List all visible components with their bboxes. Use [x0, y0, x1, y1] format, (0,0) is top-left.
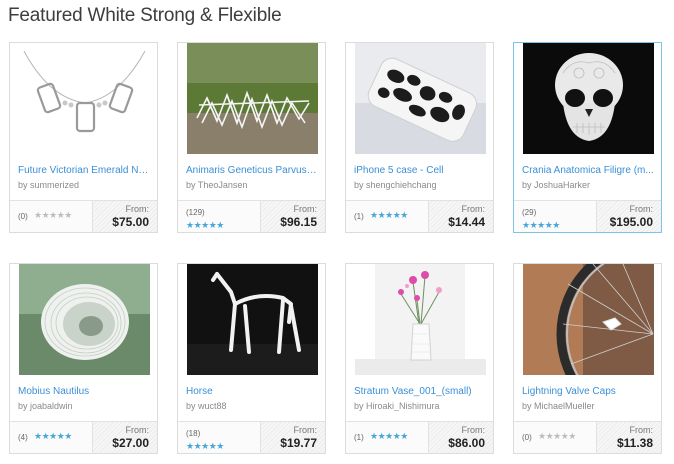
product-author[interactable]: by TheoJansen	[186, 180, 318, 190]
rating-stars-icon: ★★★★★	[186, 220, 224, 230]
price-box[interactable]: From: $19.77	[260, 422, 325, 453]
card-footer: (18) ★★★★★ From: $19.77	[178, 421, 325, 453]
price-box[interactable]: From: $75.00	[92, 201, 157, 232]
product-card[interactable]: iPhone 5 case - Cell by shengchiehchang …	[345, 42, 494, 233]
price-from-label: From:	[461, 425, 486, 435]
product-image-phone-case[interactable]	[355, 43, 486, 154]
review-count: (0)	[18, 212, 28, 221]
price-value: $11.38	[616, 436, 653, 450]
product-name[interactable]: Animaris Geneticus Parvus #7	[186, 165, 318, 176]
price-value: $195.00	[609, 215, 653, 229]
product-name[interactable]: Crania Anatomica Filigre (m...	[522, 165, 654, 176]
price-value: $19.77	[280, 436, 317, 450]
card-footer: (29) ★★★★★ From: $195.00	[514, 200, 661, 232]
review-count: (1)	[354, 433, 364, 442]
card-footer: (0) ★★★★★ From: $75.00	[10, 200, 157, 232]
product-author[interactable]: by joabaldwin	[18, 401, 150, 411]
card-footer: (129) ★★★★★ From: $96.15	[178, 200, 325, 232]
card-footer: (4) ★★★★★ From: $27.00	[10, 421, 157, 453]
price-from-label: From:	[293, 204, 318, 214]
price-box[interactable]: From: $14.44	[428, 201, 493, 232]
price-box[interactable]: From: $96.15	[260, 201, 325, 232]
price-from-label: From:	[461, 204, 486, 214]
product-image-necklace[interactable]	[19, 43, 150, 154]
card-footer: (0) ★★★★★ From: $11.38	[514, 421, 661, 453]
product-image-horse[interactable]	[187, 264, 318, 375]
product-name[interactable]: Horse	[186, 386, 318, 397]
rating-stars-icon: ★★★★★	[34, 431, 72, 441]
price-from-label: From:	[629, 425, 654, 435]
product-image-mobius[interactable]	[19, 264, 150, 375]
product-author[interactable]: by JoshuaHarker	[522, 180, 654, 190]
product-card[interactable]: Horse by wuct88 (18) ★★★★★ From: $19.77	[177, 263, 326, 454]
price-value: $96.15	[280, 215, 317, 229]
section-title: Featured White Strong & Flexible	[8, 5, 282, 26]
price-box[interactable]: From: $27.00	[92, 422, 157, 453]
product-card[interactable]: Future Victorian Emerald Ne... by summer…	[9, 42, 158, 233]
product-card[interactable]: Crania Anatomica Filigre (m... by Joshua…	[513, 42, 662, 233]
review-count: (129)	[186, 208, 205, 217]
product-name[interactable]: Future Victorian Emerald Ne...	[18, 165, 150, 176]
price-value: $14.44	[448, 215, 485, 229]
review-count: (0)	[522, 433, 532, 442]
product-card[interactable]: Stratum Vase_001_(small) by Hiroaki_Nish…	[345, 263, 494, 454]
product-name[interactable]: Stratum Vase_001_(small)	[354, 386, 486, 397]
card-footer: (1) ★★★★★ From: $86.00	[346, 421, 493, 453]
rating-stars-icon: ★★★★★	[186, 441, 224, 451]
rating-stars-icon: ★★★★★	[522, 220, 560, 230]
product-author[interactable]: by shengchiehchang	[354, 180, 486, 190]
product-author[interactable]: by MichaelMueller	[522, 401, 654, 411]
rating-stars-icon: ★★★★★	[370, 431, 408, 441]
product-name[interactable]: Mobius Nautilus	[18, 386, 150, 397]
review-count: (18)	[186, 429, 201, 438]
price-box[interactable]: From: $195.00	[596, 201, 661, 232]
rating-stars-icon: ★★★★★	[538, 431, 576, 441]
product-author[interactable]: by Hiroaki_Nishimura	[354, 401, 486, 411]
price-value: $86.00	[448, 436, 485, 450]
price-box[interactable]: From: $11.38	[596, 422, 661, 453]
card-footer: (1) ★★★★★ From: $14.44	[346, 200, 493, 232]
product-card[interactable]: Mobius Nautilus by joabaldwin (4) ★★★★★ …	[9, 263, 158, 454]
review-count: (1)	[354, 212, 364, 221]
product-card[interactable]: Animaris Geneticus Parvus #7 by TheoJans…	[177, 42, 326, 233]
product-image-vase[interactable]	[355, 264, 486, 375]
price-value: $27.00	[112, 436, 149, 450]
product-author[interactable]: by wuct88	[186, 401, 318, 411]
review-count: (4)	[18, 433, 28, 442]
product-name[interactable]: Lightning Valve Caps	[522, 386, 654, 397]
product-card[interactable]: Lightning Valve Caps by MichaelMueller (…	[513, 263, 662, 454]
product-image-bicycle-wheel[interactable]	[523, 264, 654, 375]
price-from-label: From:	[629, 204, 654, 214]
product-name[interactable]: iPhone 5 case - Cell	[354, 165, 486, 176]
price-from-label: From:	[125, 204, 150, 214]
product-image-skull[interactable]	[523, 43, 654, 154]
price-value: $75.00	[112, 215, 149, 229]
price-from-label: From:	[293, 425, 318, 435]
product-image-strandbeest[interactable]	[187, 43, 318, 154]
rating-stars-icon: ★★★★★	[34, 210, 72, 220]
price-from-label: From:	[125, 425, 150, 435]
review-count: (29)	[522, 208, 537, 217]
price-box[interactable]: From: $86.00	[428, 422, 493, 453]
product-author[interactable]: by summerized	[18, 180, 150, 190]
rating-stars-icon: ★★★★★	[370, 210, 408, 220]
